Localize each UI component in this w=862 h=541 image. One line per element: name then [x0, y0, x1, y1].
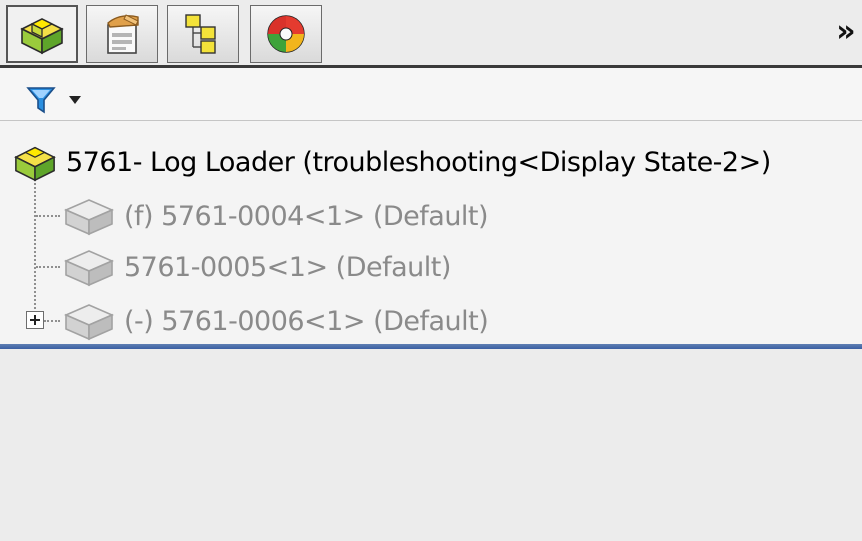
- component-icon: [63, 250, 115, 287]
- tree-node-label: 5761-0005<1> (Default): [124, 251, 451, 283]
- configuration-manager-icon: [185, 14, 216, 54]
- tree-node[interactable]: (f) 5761-0004<1> (Default): [62, 191, 489, 241]
- assembly-tree-icon: [20, 18, 64, 55]
- feature-tree: 5761- Log Loader (troubleshooting<Displa…: [0, 121, 862, 349]
- tree-connector: [44, 320, 60, 322]
- property-manager-icon: [107, 14, 139, 54]
- assembly-icon: [14, 146, 56, 182]
- tree-root-node[interactable]: 5761- Log Loader (troubleshooting<Displa…: [10, 137, 771, 187]
- tab-configurationmanager[interactable]: [167, 5, 239, 63]
- filter-icon[interactable]: [26, 85, 56, 115]
- display-manager-icon: [267, 15, 305, 53]
- tab-overflow-button[interactable]: »: [832, 16, 860, 48]
- caret-down-icon[interactable]: [68, 95, 82, 105]
- tab-featuremanager[interactable]: [6, 5, 78, 63]
- tree-root-label: 5761- Log Loader (troubleshooting<Displa…: [66, 146, 771, 178]
- tree-connector: [36, 215, 60, 217]
- filter-bar: [0, 68, 862, 121]
- tree-connector: [34, 179, 36, 309]
- manager-tab-bar: »: [0, 0, 862, 68]
- tree-node-label: (-) 5761-0006<1> (Default): [124, 305, 489, 337]
- tab-displaymanager[interactable]: [250, 5, 322, 63]
- empty-panel-area: [0, 349, 862, 541]
- expand-toggle[interactable]: [26, 311, 44, 329]
- tree-node[interactable]: (-) 5761-0006<1> (Default): [62, 296, 489, 346]
- tree-node-label: (f) 5761-0004<1> (Default): [124, 200, 489, 232]
- tree-connector: [36, 266, 60, 268]
- tree-node[interactable]: 5761-0005<1> (Default): [62, 242, 451, 292]
- component-icon: [63, 304, 115, 341]
- tab-propertymanager[interactable]: [86, 5, 158, 63]
- component-icon: [63, 199, 115, 236]
